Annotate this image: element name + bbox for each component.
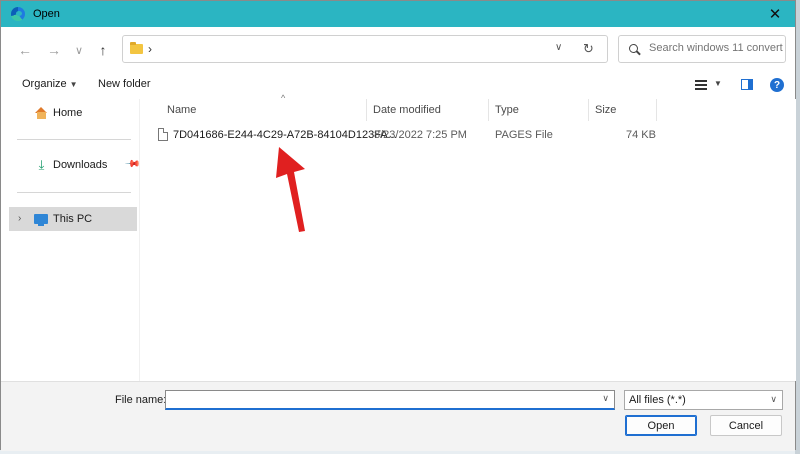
file-date-modified: 8/23/2022 7:25 PM [374,129,467,141]
refresh-icon[interactable]: ↻ [583,41,594,57]
file-type-value: All files (*.*) [629,394,686,406]
cancel-button[interactable]: Cancel [710,415,782,436]
back-arrow-icon[interactable]: ← [16,41,34,59]
sidebar-divider [17,139,131,140]
recent-locations-chevron-icon[interactable]: ∨ [70,41,88,59]
file-type: PAGES File [495,129,553,141]
search-input[interactable] [649,42,785,54]
file-name-dropdown-icon[interactable]: ∨ [602,393,609,404]
title-bar: Open ✕ [1,1,795,27]
expand-chevron-icon[interactable]: › [18,213,21,224]
file-type-select[interactable]: All files (*.*) ∨ [624,390,783,410]
file-name: 7D041686-E244-4C29-A72B-84104D123FA... [173,129,397,141]
file-icon [158,128,168,141]
up-arrow-icon[interactable]: ↑ [94,41,112,59]
window-title: Open [33,8,60,20]
organize-button[interactable]: Organize ▼ [22,78,78,90]
sidebar-divider [17,192,131,193]
folder-icon [130,42,143,54]
edge-browser-icon [11,7,25,21]
computer-icon [34,214,48,226]
home-icon [35,107,48,119]
navigation-pane: Home ⤓ Downloads 📌 › This PC [1,99,141,381]
organize-caret-icon: ▼ [69,80,78,89]
column-header-date-modified[interactable]: Date modified [367,99,489,121]
forward-arrow-icon[interactable]: → [45,41,63,59]
address-bar[interactable]: › ∨ ↻ [122,35,608,63]
file-name-combobox[interactable]: ∨ [165,390,615,410]
column-header-name[interactable]: Name ^ [161,93,367,121]
arrow-head [276,147,305,232]
sidebar-item-this-pc[interactable]: › This PC [9,207,137,231]
sidebar-item-label: Home [53,107,83,119]
sort-ascending-icon: ^ [281,93,286,103]
column-header-type[interactable]: Type [489,99,589,121]
column-label: Name [167,104,197,116]
close-icon[interactable]: ✕ [759,1,791,27]
view-options-caret-icon[interactable]: ▼ [714,79,722,88]
file-name-input[interactable] [170,393,590,405]
preview-pane-icon[interactable] [741,79,753,90]
sidebar-item-label: Downloads [53,159,108,171]
dialog-footer: File name: ∨ All files (*.*) ∨ Open Canc… [1,381,795,451]
sidebar-item-label: This PC [53,213,93,225]
file-name-label: File name: [115,394,167,406]
navigation-bar: ← → ∨ ↑ › ∨ ↻ [1,27,795,71]
sidebar-item-downloads[interactable]: ⤓ Downloads 📌 [9,153,141,177]
download-icon: ⤓ [38,157,45,172]
open-file-dialog: Open ✕ ← → ∨ ↑ › ∨ ↻ Organize▼ New folde… [0,0,796,451]
column-header-size[interactable]: Size [589,99,657,121]
breadcrumb-chevron-icon[interactable]: › [148,42,152,56]
view-options-icon[interactable] [695,80,707,90]
help-icon[interactable]: ? [770,78,784,92]
organize-label: Organize [22,78,67,90]
address-dropdown-icon[interactable]: ∨ [555,42,562,53]
search-box[interactable] [618,35,786,63]
new-folder-button[interactable]: New folder [98,78,151,90]
search-icon [629,44,638,53]
command-bar: Organize ▼ New folder ▼ ? [1,71,795,99]
annotation-arrow [276,147,305,232]
open-button[interactable]: Open [625,415,697,436]
file-type-dropdown-icon: ∨ [770,394,777,404]
file-list: Name ^ Date modified Type Size 7D041686-… [139,93,796,381]
file-row[interactable]: 7D041686-E244-4C29-A72B-84104D123FA... 8… [152,126,672,144]
sidebar-item-home[interactable]: Home [9,101,137,125]
file-size: 74 KB [626,129,656,141]
